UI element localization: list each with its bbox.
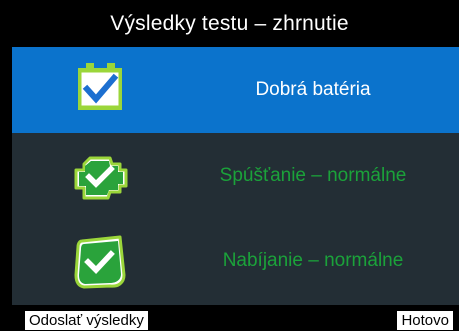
done-button[interactable]: Hotovo (396, 310, 454, 331)
result-label-charging: Nabíjanie – normálne (222, 250, 404, 271)
engine-check-icon (74, 156, 128, 200)
page-title: Výsledky testu – zhrnutie (110, 11, 349, 35)
battery-check-icon (78, 63, 122, 110)
title-bar: Výsledky testu – zhrnutie (0, 0, 459, 47)
result-label-starting: Spúšťanie – normálne (219, 165, 407, 186)
send-results-button[interactable]: Odoslať výsledky (24, 310, 149, 331)
result-row-charging[interactable]: Nabíjanie – normálne (12, 219, 459, 305)
result-label-battery: Dobrá batéria (255, 79, 371, 100)
footer-bar: Odoslať výsledky Hotovo (0, 305, 459, 331)
test-results-screen: Výsledky testu – zhrnutie Dobrá batéria … (0, 0, 459, 331)
result-row-battery[interactable]: Dobrá batéria (12, 47, 459, 133)
result-row-starting[interactable]: Spúšťanie – normálne (12, 133, 459, 219)
results-list: Dobrá batéria Spúšťanie – normálne Nabíj… (12, 47, 459, 305)
alternator-check-icon (74, 235, 126, 289)
